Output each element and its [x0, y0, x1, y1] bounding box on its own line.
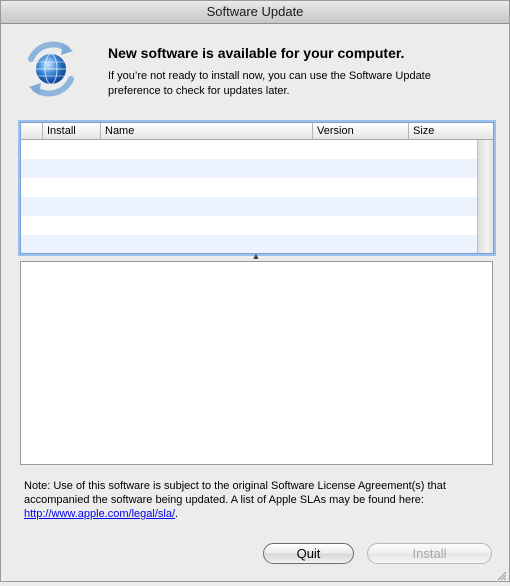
install-button: Install [367, 543, 492, 564]
split-view-handle[interactable]: ▲ [251, 252, 261, 261]
table-row [21, 178, 478, 197]
software-update-globe-icon [23, 41, 79, 97]
table-row [21, 216, 478, 235]
license-link[interactable]: http://www.apple.com/legal/sla/ [24, 508, 175, 520]
license-note: Note: Use of this software is subject to… [24, 479, 494, 521]
subtext: If you’re not ready to install now, you … [108, 70, 431, 97]
updates-table[interactable]: Install Name Version Size [20, 122, 494, 254]
license-note-period: . [175, 508, 179, 520]
headline: New software is available for your compu… [108, 45, 405, 61]
column-header-checkbox[interactable] [21, 123, 43, 139]
license-note-text: Note: Use of this software is subject to… [24, 480, 446, 506]
column-header-name[interactable]: Name [101, 123, 313, 139]
software-update-window: Software Update New software is availabl… [0, 0, 510, 582]
column-header-version[interactable]: Version [313, 123, 409, 139]
table-header: Install Name Version Size [21, 123, 493, 140]
quit-button[interactable]: Quit [263, 543, 354, 564]
table-row [21, 140, 478, 159]
table-body [21, 140, 478, 253]
column-header-install[interactable]: Install [43, 123, 101, 139]
table-scrollbar[interactable] [477, 140, 493, 253]
resize-grip-icon[interactable] [496, 568, 507, 581]
table-row [21, 197, 478, 216]
update-details-pane [20, 261, 493, 465]
window-title: Software Update [1, 1, 509, 24]
column-header-size[interactable]: Size [409, 123, 477, 139]
table-row [21, 159, 478, 178]
table-row [21, 235, 478, 253]
